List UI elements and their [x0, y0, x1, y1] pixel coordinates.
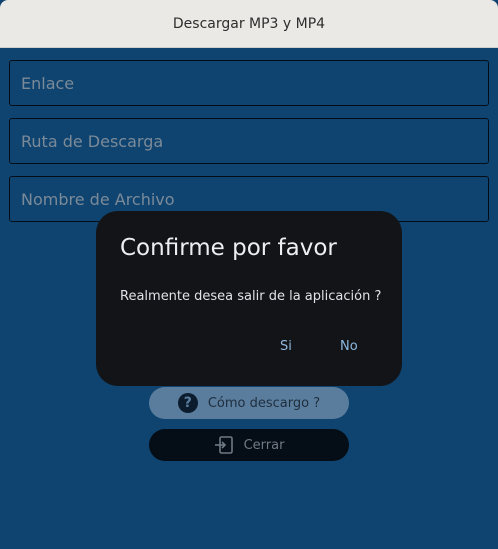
dialog-message: Realmente desea salir de la aplicación ? [120, 289, 382, 304]
yes-button[interactable]: Si [274, 337, 298, 356]
app-window: Descargar MP3 y MP4 ? Cómo descargo ? Ce… [0, 0, 498, 549]
how-to-download-label: Cómo descargo ? [207, 395, 321, 411]
download-path-input[interactable] [9, 118, 489, 164]
window-title: Descargar MP3 y MP4 [172, 15, 326, 32]
close-button[interactable]: Cerrar [149, 429, 349, 461]
dialog-title: Confirme por favor [120, 235, 337, 261]
link-input[interactable] [9, 60, 489, 106]
exit-icon [214, 436, 234, 454]
how-to-download-button[interactable]: ? Cómo descargo ? [149, 387, 349, 419]
confirm-dialog: Confirme por favor Realmente desea salir… [96, 211, 402, 386]
question-circle-icon: ? [177, 393, 198, 413]
no-button[interactable]: No [334, 337, 364, 356]
close-label: Cerrar [243, 437, 285, 453]
title-bar: Descargar MP3 y MP4 [0, 0, 498, 48]
